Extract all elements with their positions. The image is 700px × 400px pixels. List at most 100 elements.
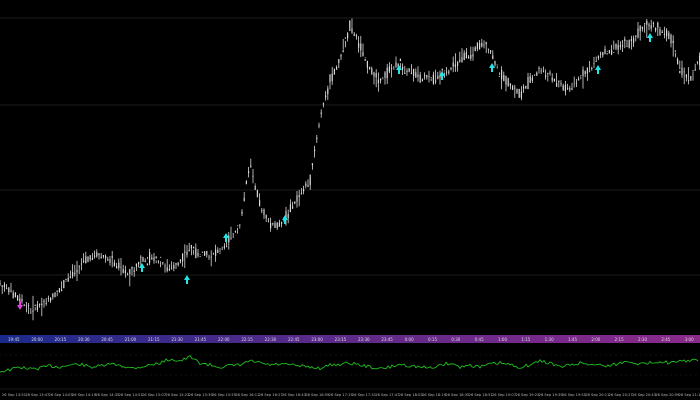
candle-body-208: [457, 61, 459, 66]
candle-body-123: [270, 223, 272, 229]
candle-body-110: [241, 211, 243, 215]
candle-body-137: [300, 193, 302, 195]
candle-body-7: [14, 293, 16, 298]
candle-body-228: [501, 70, 503, 80]
time-axis-label-28: 26 Sep 20:59: [655, 393, 680, 397]
candle-body-253: [556, 83, 558, 87]
candle-body-36: [78, 266, 80, 268]
candle-body-15: [32, 310, 34, 312]
candle-body-148: [325, 95, 327, 98]
candle-body-23: [50, 297, 52, 301]
candle-body-234: [514, 87, 516, 89]
candle-body-44: [96, 252, 98, 257]
candle-body-301: [661, 31, 663, 34]
time-axis-label-11: 26 Sep 16:27: [259, 393, 283, 397]
candle-body-223: [490, 50, 492, 53]
candle-body-310: [681, 67, 683, 76]
candle-body-293: [644, 23, 646, 25]
candle-body-176: [386, 67, 388, 79]
candle-body-290: [637, 28, 639, 38]
hour-band-label-15: 23:30: [358, 337, 370, 342]
candle-body-307: [674, 50, 676, 52]
time-axis-label-16: 26 Sep 17:47: [375, 393, 399, 397]
candle-body-111: [243, 197, 245, 202]
candle-body-240: [527, 76, 529, 90]
hour-band-label-7: 21:30: [171, 337, 183, 342]
candle-body-267: [586, 67, 588, 74]
chart-canvas[interactable]: 19:45 20:00 20:15 20:30 20:45 21:00 21:15 21:30…: [0, 0, 700, 400]
candle-body-59: [129, 269, 131, 275]
candle-body-238: [523, 86, 525, 89]
candle-body-227: [498, 76, 500, 77]
candle-body-312: [685, 74, 687, 78]
candle-body-299: [657, 22, 659, 28]
hour-band-label-4: 20:45: [101, 337, 113, 342]
candle-body-24: [52, 293, 54, 298]
candle-body-167: [366, 60, 368, 68]
candle-body-291: [639, 25, 641, 32]
candle-body-296: [650, 25, 652, 29]
time-axis-label-25: 26 Sep 20:11: [585, 393, 609, 397]
candle-body-9: [19, 298, 21, 302]
candle-body-195: [428, 76, 430, 77]
candle-body-278: [611, 50, 613, 55]
candle-body-45: [98, 253, 100, 256]
candle-body-202: [443, 70, 445, 72]
candle-body-72: [157, 261, 159, 263]
candle-body-105: [230, 237, 232, 239]
candle-body-210: [461, 57, 463, 63]
candle-body-34: [74, 272, 76, 274]
candle-body-174: [382, 78, 384, 80]
candle-body-147: [322, 103, 324, 105]
candle-body-161: [353, 34, 355, 36]
candle-body-62: [135, 263, 137, 267]
candle-body-274: [602, 51, 604, 56]
candle-body-98: [215, 249, 217, 257]
candle-body-70: [153, 257, 155, 261]
candle-body-10: [21, 298, 23, 302]
candle-body-241: [529, 76, 531, 83]
candle-body-1: [1, 285, 3, 287]
candle-body-33: [72, 272, 74, 277]
candle-body-302: [663, 33, 665, 35]
trading-chart[interactable]: 19:45 20:00 20:15 20:30 20:45 21:00 21:15 21:30…: [0, 0, 700, 400]
candle-body-255: [560, 83, 562, 85]
hour-band-label-22: 1:15: [521, 337, 530, 342]
candle-body-86: [188, 249, 190, 252]
candle-body-140: [307, 185, 309, 187]
candle-body-279: [613, 52, 615, 53]
candle-body-219: [481, 43, 483, 47]
candle-body-51: [111, 256, 113, 258]
hour-band-label-23: 1:30: [545, 337, 554, 342]
candle-body-82: [179, 259, 181, 262]
candle-body-57: [124, 270, 126, 274]
candle-body-35: [76, 269, 78, 273]
candle-body-5: [10, 290, 12, 292]
candle-body-75: [164, 265, 166, 267]
hour-band-label-6: 21:15: [148, 337, 160, 342]
candle-body-287: [630, 38, 632, 42]
candle-body-39: [85, 256, 87, 264]
candle-body-69: [151, 257, 153, 260]
candle-body-19: [41, 303, 43, 306]
candle-body-158: [347, 33, 349, 39]
candle-body-11: [23, 304, 25, 306]
candle-body-231: [507, 77, 509, 87]
candle-body-196: [430, 77, 432, 78]
candle-body-119: [261, 210, 263, 212]
candle-body-316: [694, 69, 696, 71]
hour-band-label-16: 23:45: [381, 337, 393, 342]
candle-body-73: [160, 256, 162, 258]
hour-band-label-5: 21:00: [125, 337, 137, 342]
candle-body-244: [536, 72, 538, 76]
candle-body-117: [256, 190, 258, 198]
candle-body-258: [567, 88, 569, 90]
hour-band-label-11: 22:30: [265, 337, 277, 342]
candle-body-221: [485, 41, 487, 45]
candle-body-101: [221, 249, 223, 250]
candle-body-266: [584, 71, 586, 74]
candle-body-124: [272, 222, 274, 225]
time-axis-label-17: 26 Sep 18:03: [399, 393, 423, 397]
candle-body-135: [296, 195, 298, 202]
candle-body-16: [34, 304, 36, 307]
